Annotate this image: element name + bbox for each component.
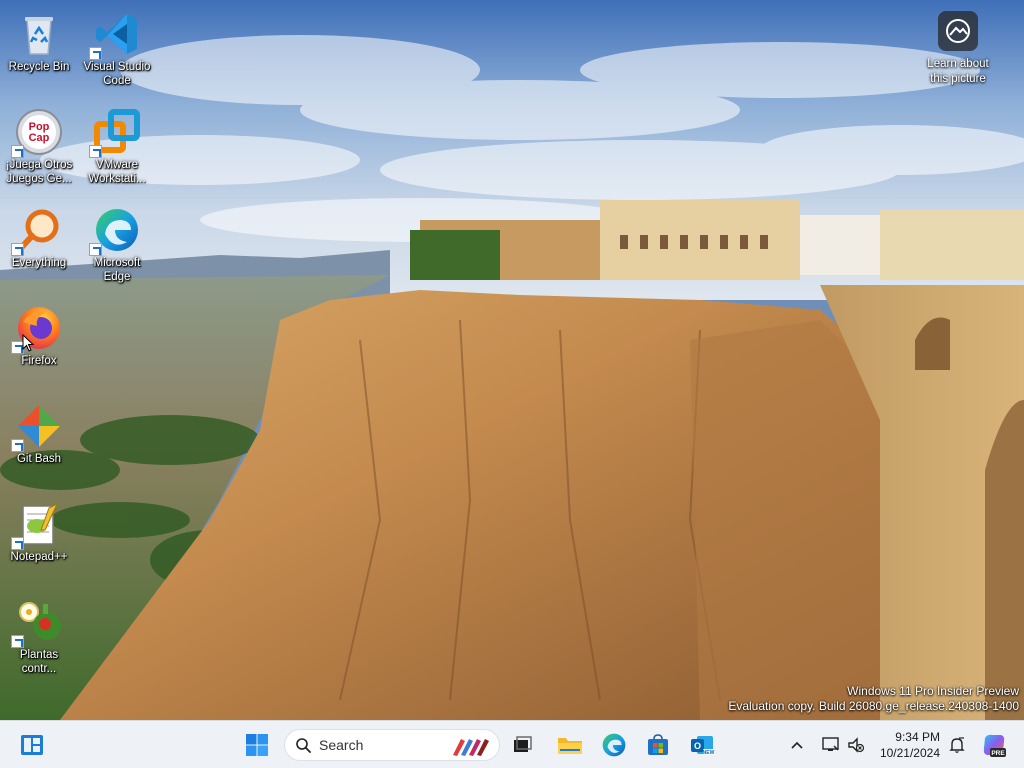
shortcut-arrow-icon: [89, 47, 102, 60]
watermark-line2: Evaluation copy. Build 26080.ge_release.…: [728, 699, 1019, 713]
show-hidden-icons-button[interactable]: [782, 727, 812, 763]
desktop-icon-label: Plantas contr...: [19, 649, 59, 675]
desktop-icon-popcap[interactable]: Pop Cap ¡Juega Otros Juegos Ge...: [0, 102, 78, 186]
volume-muted-icon: [848, 737, 865, 753]
learn-about-label-line1: Learn about: [927, 58, 989, 70]
desktop-icon-label: Recycle Bin: [8, 61, 70, 73]
svg-text:O: O: [694, 741, 701, 751]
shortcut-arrow-icon: [11, 635, 24, 648]
plants-game-icon: [11, 598, 63, 648]
everything-search-icon: [11, 206, 63, 256]
svg-text:Cap: Cap: [29, 132, 50, 144]
microsoft-store-button[interactable]: [640, 727, 676, 763]
search-placeholder: Search: [319, 737, 364, 753]
popcap-icon: Pop Cap: [11, 108, 63, 158]
file-explorer-icon: [558, 738, 582, 754]
start-button[interactable]: [239, 727, 275, 763]
clock-time: 9:34 PM: [895, 730, 940, 744]
learn-about-label-line2: this picture: [930, 73, 986, 85]
chevron-up-icon: [791, 741, 803, 749]
file-explorer-button[interactable]: [552, 727, 588, 763]
svg-text:NEW: NEW: [703, 750, 715, 756]
desktop-icon-recycle-bin[interactable]: Recycle Bin: [0, 4, 78, 74]
shortcut-arrow-icon: [89, 145, 102, 158]
desktop-icon-notepad-plus-plus[interactable]: Notepad++: [0, 494, 78, 564]
recycle-bin-icon: [15, 10, 63, 58]
desktop-icon-edge[interactable]: Microsoft Edge: [78, 200, 156, 284]
task-view-icon: [514, 736, 532, 752]
mouse-cursor-icon: [22, 334, 34, 352]
shortcut-arrow-icon: [11, 439, 24, 452]
desktop-icon-plants-game[interactable]: Plantas contr...: [0, 592, 78, 676]
shortcut-arrow-icon: [11, 145, 24, 158]
desktop-icon-label: Everything: [11, 257, 67, 269]
desktop-icon-firefox[interactable]: Firefox: [0, 298, 78, 368]
desktop-icon-label: Firefox: [21, 355, 57, 367]
widgets-icon: [21, 735, 43, 755]
desktop-icon-label: VMware Workstati...: [88, 159, 146, 185]
vscode-icon: [89, 10, 141, 60]
shortcut-arrow-icon: [89, 243, 102, 256]
desktop-icon-label: Microsoft Edge: [93, 257, 141, 283]
desktop-icon-label: Notepad++: [10, 551, 68, 563]
clock[interactable]: 9:34 PM 10/21/2024: [880, 729, 940, 761]
microsoft-store-icon: [648, 734, 668, 755]
widgets-button[interactable]: [14, 727, 50, 763]
git-bash-icon: [11, 402, 63, 452]
copilot-pre-button[interactable]: PRE: [976, 727, 1012, 763]
desktop-icon-git-bash[interactable]: Git Bash: [0, 396, 78, 466]
start-icon: [246, 734, 268, 756]
copilot-icon: PRE: [983, 734, 1006, 757]
desktop-icon-vscode[interactable]: Visual Studio Code: [78, 4, 156, 88]
network-icon: [822, 737, 839, 751]
outlook-new-icon: O NEW: [691, 736, 715, 756]
search-highlight-icon: [453, 739, 489, 756]
svg-text:PRE: PRE: [991, 750, 1005, 757]
network-volume-tray-button[interactable]: [814, 727, 872, 763]
desktop-icon-label: ¡Juega Otros Juegos Ge...: [5, 159, 73, 185]
edge-icon: [89, 206, 141, 256]
search-icon: [296, 738, 311, 753]
notifications-button[interactable]: [942, 727, 972, 763]
bell-icon: [949, 737, 965, 753]
camera-info-icon[interactable]: [938, 11, 978, 51]
notepad-plus-plus-icon: [11, 500, 63, 550]
desktop-icon-everything[interactable]: Everything: [0, 200, 78, 270]
vmware-icon: [89, 108, 141, 158]
outlook-new-button[interactable]: O NEW: [684, 727, 720, 763]
desktop-icon-label: Visual Studio Code: [83, 61, 151, 87]
desktop-icon-vmware[interactable]: VMware Workstati...: [78, 102, 156, 186]
task-view-button[interactable]: [504, 727, 540, 763]
desktop-icon-label: Git Bash: [16, 453, 62, 465]
learn-about-picture[interactable]: Learn about this picture: [908, 8, 1008, 87]
evaluation-watermark: Windows 11 Pro Insider Preview Evaluatio…: [728, 684, 1019, 714]
edge-icon: [602, 733, 626, 757]
shortcut-arrow-icon: [11, 537, 24, 550]
clock-date: 10/21/2024: [879, 746, 940, 760]
taskbar: Search O NEW 9:34 PM 10/21/2024 PRE: [0, 720, 1024, 768]
watermark-line1: Windows 11 Pro Insider Preview: [847, 684, 1019, 698]
taskbar-edge-button[interactable]: [596, 727, 632, 763]
shortcut-arrow-icon: [11, 243, 24, 256]
taskbar-search[interactable]: Search: [284, 729, 500, 761]
